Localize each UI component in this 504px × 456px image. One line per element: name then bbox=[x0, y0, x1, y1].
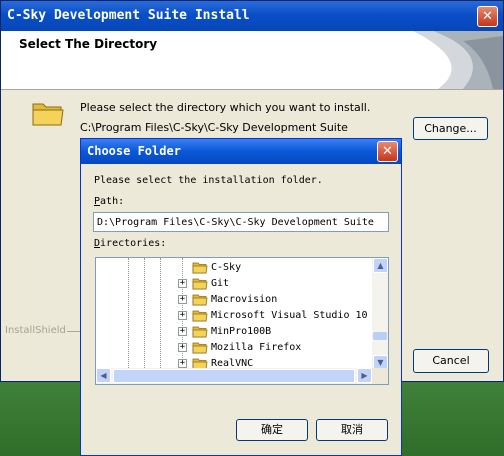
tree-guide-line bbox=[160, 258, 161, 370]
folder-icon bbox=[192, 310, 208, 321]
folder-icon bbox=[192, 342, 208, 353]
tree-item[interactable]: + Microsoft Visual Studio 10 bbox=[178, 307, 368, 323]
installer-titlebar[interactable]: C-Sky Development Suite Install ✕ bbox=[1, 1, 503, 31]
scroll-thumb[interactable] bbox=[373, 332, 387, 340]
tree-item[interactable]: + MinPro100B bbox=[178, 323, 271, 339]
change-button[interactable]: Change... bbox=[413, 117, 488, 140]
tree-item-label: Macrovision bbox=[211, 293, 278, 305]
ok-button[interactable]: 确定 bbox=[236, 419, 308, 441]
installer-title: C-Sky Development Suite Install bbox=[7, 8, 250, 23]
path-label-text: ath: bbox=[100, 196, 125, 207]
close-icon: ✕ bbox=[482, 9, 493, 24]
expand-icon[interactable]: + bbox=[178, 326, 187, 336]
path-input[interactable] bbox=[93, 212, 389, 232]
chevron-right-icon[interactable]: ▶ bbox=[357, 368, 372, 383]
dialog-titlebar[interactable]: Choose Folder ✕ bbox=[81, 139, 401, 164]
tree-item-label: MinPro100B bbox=[211, 325, 272, 337]
choose-folder-dialog: Choose Folder ✕ Please select the instal… bbox=[80, 138, 402, 456]
tree-item[interactable]: + Mozilla Firefox bbox=[178, 339, 301, 355]
directory-tree[interactable]: C-Sky + Git + Macrovision + Microsoft Visual S… bbox=[95, 257, 389, 385]
tree-item-label: C-Sky bbox=[211, 261, 242, 273]
chevron-up-icon[interactable]: ▲ bbox=[373, 258, 388, 273]
cancel-button[interactable]: Cancel bbox=[413, 349, 489, 373]
installer-header: Select The Directory bbox=[1, 31, 503, 90]
expand-icon[interactable]: + bbox=[178, 358, 187, 368]
install-path: C:\Program Files\C-Sky\C-Sky Development… bbox=[80, 121, 348, 134]
tree-item-label: Mozilla Firefox bbox=[211, 341, 302, 353]
dialog-prompt: Please select the installation folder. bbox=[94, 175, 323, 186]
vertical-scrollbar[interactable]: ▲ ▼ bbox=[372, 258, 388, 370]
installshield-brand: InstallShield bbox=[5, 325, 66, 336]
dialog-cancel-button[interactable]: 取消 bbox=[316, 419, 388, 441]
tree-item-label: Git bbox=[211, 277, 230, 289]
scroll-corner bbox=[372, 368, 388, 384]
close-icon: ✕ bbox=[382, 144, 393, 159]
directories-label: Directories: bbox=[94, 238, 166, 249]
expand-icon[interactable]: + bbox=[178, 294, 187, 304]
tree-item-label: Microsoft Visual Studio 10 bbox=[211, 309, 368, 321]
install-message: Please select the directory which you wa… bbox=[80, 101, 371, 114]
folder-icon bbox=[192, 294, 208, 305]
directories-label-text: irectories: bbox=[100, 238, 167, 249]
folder-icon bbox=[192, 262, 208, 273]
page-title: Select The Directory bbox=[19, 37, 158, 51]
folder-icon bbox=[192, 278, 208, 289]
folder-icon bbox=[32, 103, 64, 126]
dialog-close-button[interactable]: ✕ bbox=[377, 141, 398, 162]
tree-item[interactable]: C-Sky bbox=[178, 259, 241, 275]
tree-item[interactable]: + Git bbox=[178, 275, 229, 291]
chevron-left-icon[interactable]: ◀ bbox=[96, 368, 111, 383]
header-graphic-icon bbox=[413, 31, 503, 89]
expand-icon[interactable]: + bbox=[178, 278, 187, 288]
tree-guide-line bbox=[128, 258, 129, 370]
expand-icon[interactable]: + bbox=[178, 342, 187, 352]
folder-icon bbox=[192, 326, 208, 337]
horizontal-scrollbar[interactable]: ◀ ▶ bbox=[96, 368, 372, 384]
expand-icon[interactable]: + bbox=[178, 310, 187, 320]
path-label: Path: bbox=[94, 196, 124, 207]
installer-close-button[interactable]: ✕ bbox=[477, 6, 498, 27]
tree-item-label: RealVNC bbox=[211, 357, 254, 369]
tree-item[interactable]: + Macrovision bbox=[178, 291, 277, 307]
scroll-thumb[interactable] bbox=[113, 369, 355, 383]
tree-guide-line bbox=[144, 258, 145, 370]
dialog-title: Choose Folder bbox=[87, 144, 181, 158]
